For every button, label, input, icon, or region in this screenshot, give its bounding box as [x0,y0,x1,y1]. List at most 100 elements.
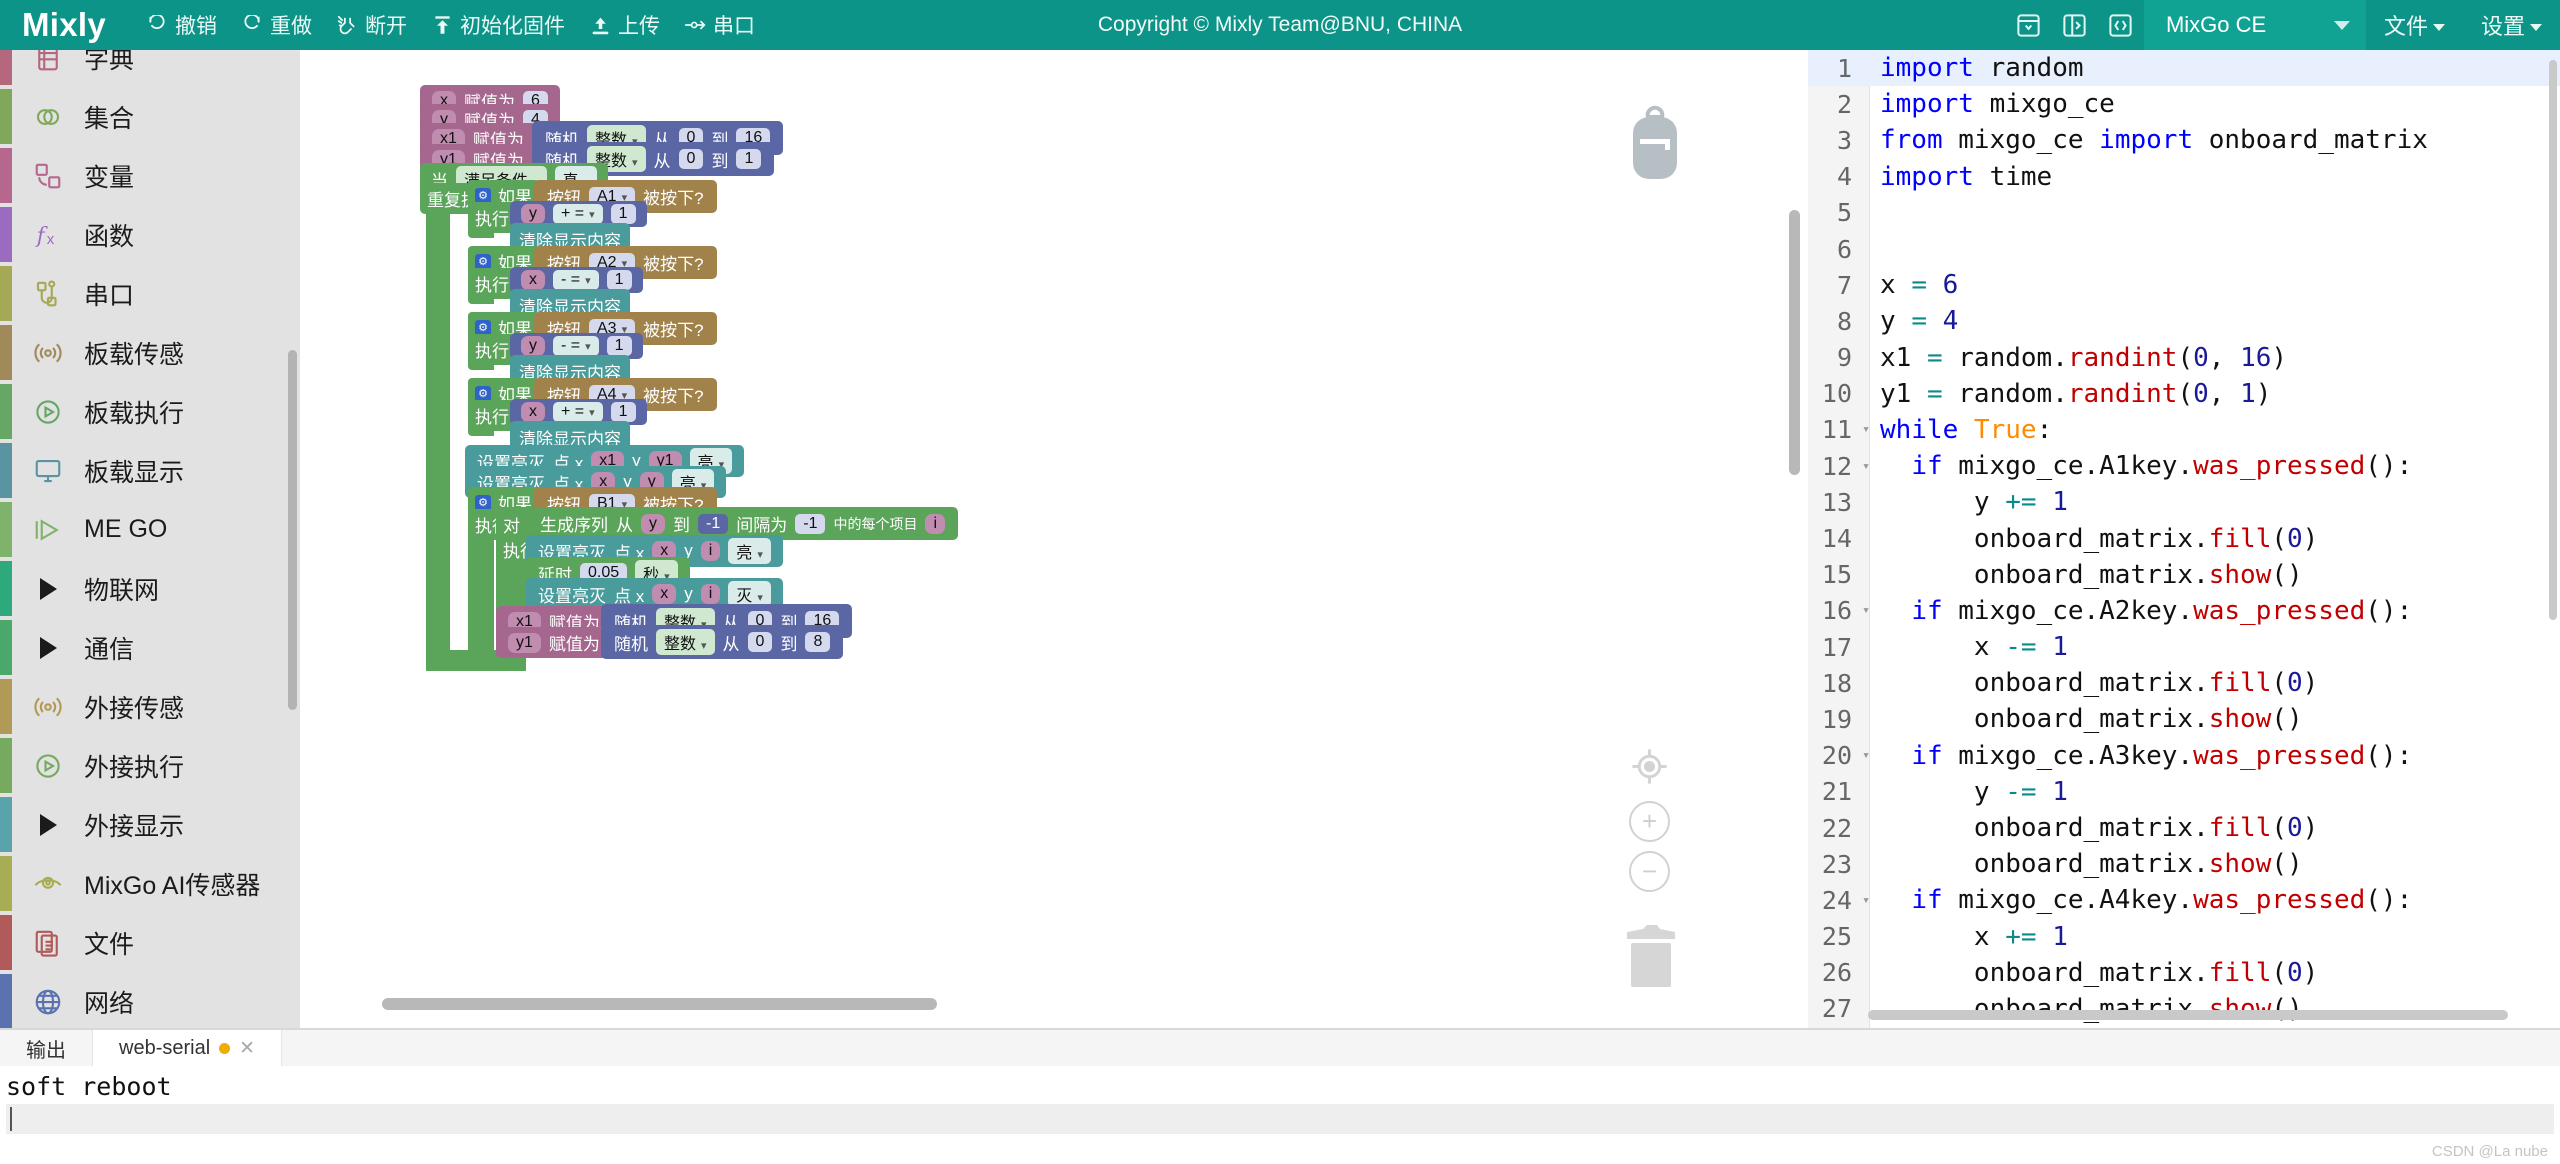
zoom-out-button[interactable]: − [1629,851,1670,892]
code-vscrollbar[interactable] [2549,60,2557,620]
code-line[interactable]: 18 onboard_matrix.fill(0) [1808,665,2560,701]
sidebar-item-12[interactable]: 外接执行 [0,736,300,795]
type-dropdown[interactable]: 整数 [656,629,715,655]
backpack-icon[interactable] [1625,105,1685,188]
operator-dropdown[interactable]: - = [553,270,599,290]
to-value[interactable]: 8 [805,632,831,652]
panel-split-icon[interactable] [2052,0,2098,50]
code-line[interactable]: 21 y -= 1 [1808,774,2560,810]
trash-icon[interactable] [1625,922,1677,993]
fold-toggle-icon[interactable]: ▾ [1860,893,1872,908]
from-value[interactable]: 0 [678,149,704,169]
output-tab-web-serial[interactable]: web-serial ✕ [93,1030,283,1066]
console-input-line[interactable] [6,1104,2554,1134]
sidebar-item-2[interactable]: 变量 [0,146,300,205]
y-var[interactable]: i [700,584,721,604]
from-value[interactable]: 0 [747,632,773,652]
board-selector[interactable]: MixGo CE [2143,0,2366,50]
disconnect-button[interactable]: 断开 [324,4,419,46]
sidebar-item-10[interactable]: 通信 [0,618,300,677]
upload-button[interactable]: 上传 [577,4,672,46]
sidebar-item-3[interactable]: f x 函数 [0,205,300,264]
code-line[interactable]: 15 onboard_matrix.show() [1808,557,2560,593]
code-line[interactable]: 6 [1808,231,2560,267]
code-line[interactable]: 12 ▾ if mixgo_ce.A1key.was_pressed(): [1808,448,2560,484]
fold-toggle-icon[interactable]: ▾ [1860,748,1872,763]
code-line[interactable]: 11 ▾ while True: [1808,412,2560,448]
close-icon[interactable]: ✕ [239,1037,255,1060]
y-var[interactable]: i [700,541,721,561]
output-tab-output[interactable]: 输出 [0,1030,93,1066]
sidebar-item-16[interactable]: 网络 [0,972,300,1028]
code-line[interactable]: 13 y += 1 [1808,484,2560,520]
code-line[interactable]: 7 x = 6 [1808,267,2560,303]
fold-toggle-icon[interactable]: ▾ [1860,422,1872,437]
item-var[interactable]: i [925,513,946,534]
operand[interactable]: 1 [610,204,636,224]
center-target-icon[interactable] [1629,746,1670,792]
code-line[interactable]: 20 ▾ if mixgo_ce.A3key.was_pressed(): [1808,738,2560,774]
code-line[interactable]: 9 x1 = random.randint(0, 16) [1808,340,2560,376]
sidebar-item-1[interactable]: 集合 [0,87,300,146]
workspace-vscrollbar[interactable] [1789,210,1800,475]
block-random-int-y1-again[interactable]: 随机 整数 从 0 到 8 [601,625,844,659]
sidebar-scrollbar[interactable] [288,350,297,710]
seq-step-value[interactable]: -1 [795,513,826,534]
workspace-hscrollbar[interactable] [382,998,937,1010]
operand[interactable]: 1 [610,402,636,422]
seq-from-var[interactable]: y [641,513,665,534]
code-line[interactable]: 5 [1808,195,2560,231]
code-line[interactable]: 24 ▾ if mixgo_ce.A4key.was_pressed(): [1808,882,2560,918]
code-line[interactable]: 26 onboard_matrix.fill(0) [1808,955,2560,991]
code-lines[interactable]: 1 import random 2 import mixgo_ce 3 from mixg… [1808,50,2560,1027]
code-line[interactable]: 25 x += 1 [1808,919,2560,955]
undo-button[interactable]: 撤销 [134,4,229,46]
operator-dropdown[interactable]: + = [553,204,603,224]
fold-toggle-icon[interactable]: ▾ [1860,459,1872,474]
block-assign-y1-again[interactable]: y1 赋值为 [496,627,612,658]
state-dropdown[interactable]: 亮 [728,538,771,564]
blocks-workspace[interactable]: + − x 赋值为 6 y 赋值为 4 x1 赋值为 随机 整数 ▾ 从 0 到… [300,50,1808,1028]
menu-file[interactable]: 文件 [2366,0,2463,50]
sidebar-item-5[interactable]: 板载传感 [0,323,300,382]
redo-button[interactable]: 重做 [229,4,324,46]
code-line[interactable]: 4 import time [1808,159,2560,195]
operator-dropdown[interactable]: - = [553,336,599,356]
operand[interactable]: 1 [606,270,632,290]
sidebar-item-8[interactable]: ME GO [0,500,300,559]
to-value[interactable]: 1 [736,149,762,169]
code-line[interactable]: 17 x -= 1 [1808,629,2560,665]
sidebar-item-11[interactable]: 外接传感 [0,677,300,736]
code-line[interactable]: 1 import random [1808,50,2560,87]
serial-button[interactable]: 串口 [672,4,767,46]
code-line[interactable]: 10 y1 = random.randint(0, 1) [1808,376,2560,412]
sidebar-item-14[interactable]: MixGo AI传感器 [0,854,300,913]
code-line[interactable]: 14 onboard_matrix.fill(0) [1808,520,2560,556]
code-hscrollbar[interactable] [1868,1010,2508,1020]
sidebar-item-15[interactable]: 文件 [0,913,300,972]
output-tabs[interactable]: 输出 web-serial ✕ [0,1030,2560,1066]
save-box-icon[interactable] [2006,0,2052,50]
operator-dropdown[interactable]: + = [553,402,603,422]
zoom-in-button[interactable]: + [1629,801,1670,842]
code-line[interactable]: 2 import mixgo_ce [1808,86,2560,122]
code-line[interactable]: 27 onboard_matrix.show() [1808,991,2560,1027]
code-line[interactable]: 16 ▾ if mixgo_ce.A2key.was_pressed(): [1808,593,2560,629]
sidebar-item-9[interactable]: 物联网 [0,559,300,618]
x-var[interactable]: x [652,584,677,604]
code-line[interactable]: 23 onboard_matrix.show() [1808,846,2560,882]
fold-toggle-icon[interactable]: ▾ [1860,603,1872,618]
code-line[interactable]: 19 onboard_matrix.show() [1808,701,2560,737]
sidebar-item-0[interactable]: 字典 [0,50,300,87]
code-line[interactable]: 8 y = 4 [1808,303,2560,339]
seq-to-value[interactable]: -1 [698,513,729,534]
init-firmware-button[interactable]: 初始化固件 [419,4,577,46]
sidebar-item-7[interactable]: 板载显示 [0,441,300,500]
sidebar-item-4[interactable]: 串口 [0,264,300,323]
sidebar-item-6[interactable]: 板载执行 [0,382,300,441]
code-line[interactable]: 3 from mixgo_ce import onboard_matrix [1808,122,2560,158]
operand[interactable]: 1 [606,336,632,356]
code-line[interactable]: 22 onboard_matrix.fill(0) [1808,810,2560,846]
code-brackets-icon[interactable] [2098,0,2144,50]
code-editor[interactable]: 1 import random 2 import mixgo_ce 3 from mixg… [1808,50,2560,1028]
